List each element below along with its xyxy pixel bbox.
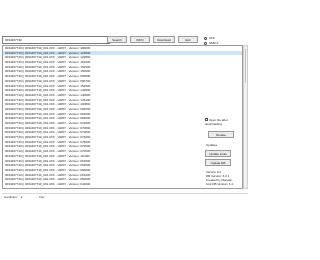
file-label: File: — [39, 195, 45, 199]
donate-button[interactable]: Donate — [208, 131, 234, 138]
file-list-scrollbar[interactable] — [243, 45, 248, 189]
search-input[interactable] — [2, 36, 110, 44]
updates-heading: Updates — [206, 143, 218, 147]
radio-cff-label: CFF — [209, 36, 215, 40]
checkbox-box — [205, 118, 208, 121]
open-after-download-label: Open file after downloading — [205, 118, 228, 126]
scrollbar-thumb[interactable] — [245, 49, 246, 83]
hardware-value: 2 — [20, 195, 23, 199]
info-button[interactable]: INFO — [130, 36, 150, 43]
update-db-button[interactable]: Update DB — [205, 159, 231, 166]
hardware-label: Hardware: — [4, 195, 18, 199]
status-bar: Hardware: 2 File: — [2, 193, 248, 200]
radio-cff-indicator — [204, 36, 207, 40]
link-db-version: Link DB Version: 1.2 — [206, 182, 234, 186]
update-links-button[interactable]: Update Links — [205, 150, 231, 157]
download-button[interactable]: Download — [153, 36, 175, 43]
search-button[interactable]: Search — [107, 36, 127, 43]
file-list[interactable]: 0034467740 || 0034467740_001.CFF - HW07 … — [2, 45, 243, 189]
open-after-download-checkbox[interactable]: Open file after downloading — [205, 118, 241, 126]
exit-button[interactable]: Exit — [178, 36, 198, 43]
